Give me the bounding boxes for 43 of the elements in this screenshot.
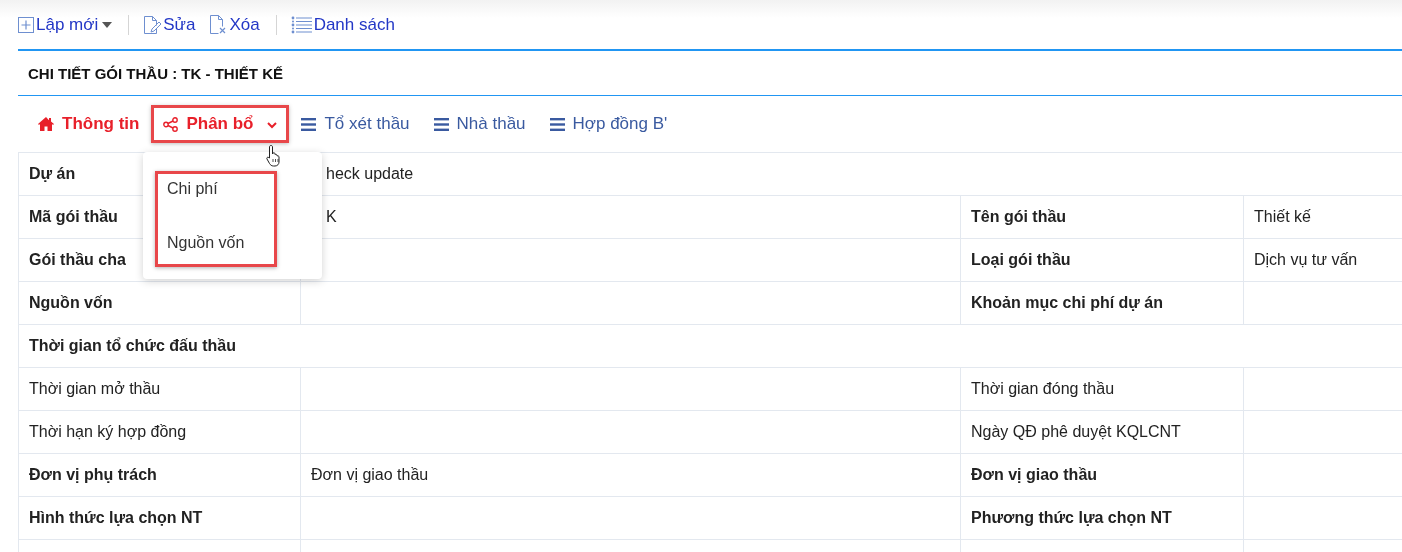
share-icon (163, 116, 179, 132)
field-label: Đơn vị giao thầu (971, 466, 1098, 483)
field-label: Dự án (29, 165, 76, 182)
home-icon (38, 117, 54, 131)
menu-item[interactable]: Chi phí (167, 180, 274, 198)
field-label: Thời gian tổ chức đấu thầu (29, 337, 236, 354)
page-title: CHI TIẾT GÓI THẦU : TK - THIẾT KẾ (28, 64, 283, 82)
field-label: Hình thức lựa chọn NT (29, 509, 203, 526)
tab[interactable]: Tổ xét thầu (289, 105, 422, 143)
field-label: Thời hạn ký hợp đồng (29, 423, 187, 440)
tab[interactable]: Thông tin (26, 105, 152, 143)
list-icon (290, 15, 312, 34)
field-label: Thời gian mở thầu (29, 380, 161, 397)
field-value: Thiết kế (1254, 208, 1311, 225)
menu-icon (301, 117, 317, 131)
field-value: K (326, 208, 337, 225)
field-label: Nguồn vốn (29, 294, 113, 311)
field-label: Tên gói thầu (971, 208, 1067, 225)
edit-button[interactable]: Sửa (143, 14, 196, 35)
list-button[interactable]: Danh sách (290, 14, 395, 35)
field-label: Khoản mục chi phí dự án (971, 294, 1164, 311)
delete-button[interactable]: Xóa (209, 14, 260, 35)
tab[interactable]: Phân bổ (151, 105, 290, 143)
menu-icon (549, 117, 565, 131)
field-label: Thời gian đóng thầu (971, 380, 1115, 397)
menu-item[interactable]: Nguồn vốn (167, 234, 274, 252)
menu-icon (433, 117, 449, 131)
plus-box-icon (18, 16, 34, 33)
field-label: Loại gói thầu (971, 251, 1071, 268)
field-value: Dịch vụ tư vấn (1254, 251, 1358, 268)
field-label: Đơn vị phụ trách (29, 466, 157, 483)
field-value: heck update (326, 165, 414, 182)
field-label: Gói thầu cha (29, 251, 126, 268)
field-label: Mã gói thầu (29, 208, 118, 225)
document-x-icon (209, 15, 228, 34)
field-label: Phương thức lựa chọn NT (971, 509, 1172, 526)
field-label: Ngày QĐ phê duyệt KQLCNT (971, 423, 1181, 440)
tab[interactable]: Hợp đồng B' (537, 105, 680, 143)
document-pencil-icon (143, 15, 162, 34)
chevron-down-icon (267, 122, 278, 129)
new-button[interactable]: Lập mới (18, 14, 113, 35)
tab[interactable]: Nhà thầu (421, 105, 538, 143)
field-value: Đơn vị giao thầu (311, 466, 429, 483)
